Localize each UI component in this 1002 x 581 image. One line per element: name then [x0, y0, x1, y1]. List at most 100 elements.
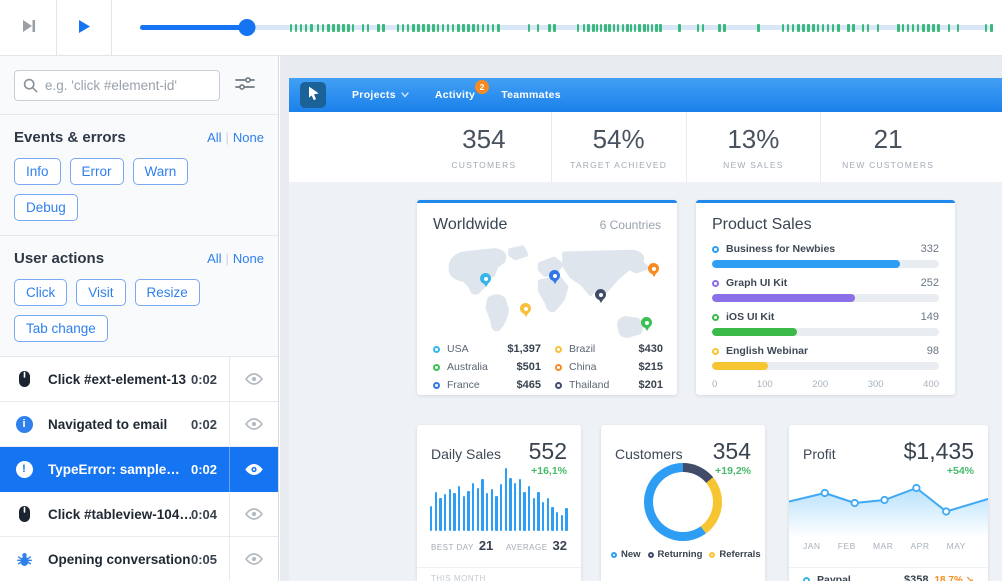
- legend-ring-icon: [433, 345, 440, 353]
- play-button[interactable]: [57, 0, 112, 55]
- app-logo[interactable]: [300, 82, 326, 108]
- map-pin-usa: [480, 273, 491, 284]
- event-tick: [553, 23, 556, 32]
- world-map: [427, 245, 667, 341]
- watch-event-button[interactable]: [229, 446, 278, 492]
- product-bar-fill: [712, 328, 797, 336]
- event-tick: [457, 23, 460, 32]
- event-row-opening-conversation[interactable]: Opening conversation 0:05: [0, 536, 278, 581]
- nav-item-activity[interactable]: Activity 2: [435, 80, 490, 101]
- event-tick: [621, 23, 625, 32]
- legend-ring-icon: [712, 347, 719, 355]
- daily-sales-bar: [458, 485, 461, 531]
- event-tick: [462, 23, 465, 32]
- events-sidebar: Events & errors All | None Info Error Warn…: [0, 56, 279, 581]
- filter-chip-info[interactable]: Info: [14, 158, 61, 185]
- product-row: Business for Newbies 332: [712, 243, 939, 268]
- daily-sales-bar: [528, 485, 531, 531]
- filter-chip-debug[interactable]: Debug: [14, 194, 78, 221]
- card-divider: [417, 567, 581, 568]
- customers-card: Customers 354 +19,2% New Returning Refer…: [601, 425, 765, 581]
- user-actions-all-link[interactable]: All: [207, 251, 221, 266]
- play-icon: [75, 17, 93, 39]
- daily-sales-bar: [532, 498, 536, 531]
- event-time: 0:02: [190, 461, 217, 477]
- daily-sales-bar: [537, 491, 540, 531]
- event-list: Click #ext-element-13 0:02 i Navigated t…: [0, 356, 278, 581]
- filter-chip-tab-change[interactable]: Tab change: [14, 315, 108, 342]
- legend-item-china: China $215: [555, 361, 663, 373]
- daily-sales-bar: [453, 493, 456, 531]
- event-tick: [612, 23, 616, 32]
- event-label: Click #tableview-104…: [48, 506, 191, 522]
- skip-forward-button[interactable]: [0, 0, 57, 55]
- product-row: English Webinar 98: [712, 345, 939, 370]
- event-row-click-tableview[interactable]: Click #tableview-104… 0:04: [0, 491, 278, 537]
- filter-settings-icon[interactable]: [234, 74, 256, 99]
- event-tick: [911, 23, 915, 32]
- daily-sales-bar: [514, 483, 517, 531]
- watch-event-button[interactable]: [229, 491, 278, 537]
- event-tick: [696, 23, 700, 32]
- event-tick: [289, 23, 293, 32]
- watch-event-button[interactable]: [229, 356, 278, 402]
- filter-chip-click[interactable]: Click: [14, 279, 68, 306]
- legend-ring-icon: [712, 245, 719, 253]
- events-errors-none-link[interactable]: None: [233, 130, 264, 145]
- daily-sales-bar: [551, 507, 554, 531]
- event-tick: [377, 23, 380, 32]
- legend-ring-icon: [709, 551, 716, 558]
- event-tick: [406, 23, 410, 32]
- stats-bar: 354 CUSTOMERS 54% TARGET ACHIEVED 13% NE…: [289, 112, 1002, 182]
- filter-chip-warn[interactable]: Warn: [132, 158, 189, 185]
- event-tick: [351, 23, 355, 32]
- event-row-navigated-email[interactable]: i Navigated to email 0:02: [0, 401, 278, 447]
- daily-sales-bar-chart: [430, 468, 568, 531]
- watch-event-button[interactable]: [229, 536, 278, 581]
- product-sales-card: Product Sales Business for Newbies 332 Gr…: [696, 200, 955, 395]
- map-pin-france: [549, 270, 560, 281]
- filter-chip-resize[interactable]: Resize: [134, 279, 200, 306]
- product-bar-fill: [712, 294, 855, 302]
- watch-event-button[interactable]: [229, 401, 278, 447]
- stat-target-achieved: 54% TARGET ACHIEVED: [550, 112, 686, 182]
- nav-item-projects[interactable]: Projects: [352, 89, 409, 101]
- product-sales-axis: 0 100 200 300 400: [712, 379, 939, 390]
- timeline-track[interactable]: [140, 19, 993, 36]
- event-tick: [791, 23, 795, 32]
- event-tick: [587, 23, 590, 32]
- legend-ring-icon: [433, 363, 440, 371]
- product-row: Graph UI Kit 252: [712, 277, 939, 302]
- daily-sales-bar: [439, 498, 442, 531]
- timeline-scrubber-handle[interactable]: [238, 19, 256, 36]
- user-actions-none-link[interactable]: None: [233, 251, 264, 266]
- event-tick: [781, 23, 785, 32]
- event-tick: [650, 23, 654, 32]
- filter-chip-visit[interactable]: Visit: [76, 279, 126, 306]
- daily-sales-bar: [490, 489, 494, 531]
- event-tick: [616, 23, 620, 32]
- event-tick: [678, 23, 681, 32]
- search-box[interactable]: [14, 70, 220, 101]
- event-row-typeerror-selected[interactable]: ! TypeError: sample… 0:02: [0, 446, 278, 492]
- event-row-click-ext-element[interactable]: Click #ext-element-13 0:02: [0, 356, 278, 402]
- legend-item-brazil: Brazil $430: [555, 343, 663, 355]
- event-tick: [412, 23, 415, 32]
- legend-ring-icon: [433, 381, 440, 389]
- event-tick: [723, 23, 726, 32]
- legend-ring-icon: [555, 363, 562, 371]
- event-label: Navigated to email: [48, 416, 168, 432]
- filter-chip-error[interactable]: Error: [69, 158, 124, 185]
- search-input[interactable]: [45, 78, 211, 93]
- event-tick: [310, 23, 313, 32]
- events-errors-all-link[interactable]: All: [207, 130, 221, 145]
- daily-sales-bar: [546, 498, 550, 531]
- event-time: 0:05: [190, 551, 217, 567]
- event-tick: [916, 23, 920, 32]
- link-separator: |: [225, 130, 229, 145]
- event-tick: [947, 23, 950, 32]
- event-time: 0:02: [190, 416, 217, 432]
- nav-item-teammates[interactable]: Teammates: [501, 89, 561, 101]
- activity-badge: 2: [475, 80, 490, 94]
- event-tick: [427, 23, 430, 32]
